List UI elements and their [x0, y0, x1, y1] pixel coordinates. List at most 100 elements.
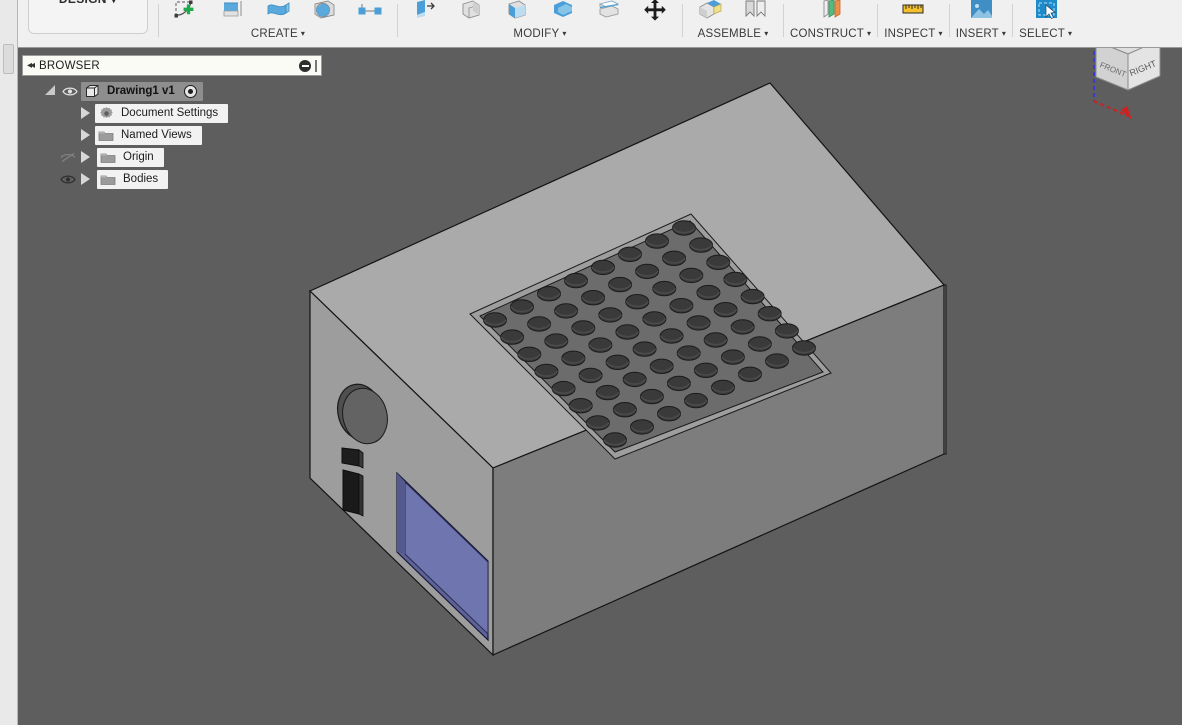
vent-hole[interactable]	[747, 336, 772, 352]
vent-hole[interactable]	[720, 349, 745, 365]
vent-hole[interactable]	[534, 363, 559, 380]
sweep-icon[interactable]	[257, 0, 299, 24]
offset-plane-icon[interactable]	[810, 0, 852, 24]
vent-hole[interactable]	[608, 276, 633, 293]
vent-hole[interactable]	[622, 371, 647, 388]
chevron-right-icon[interactable]	[78, 128, 92, 142]
browser-collapse-icon[interactable]: ◂◂	[27, 60, 35, 71]
vent-hole[interactable]	[561, 350, 586, 366]
vent-hole[interactable]	[517, 346, 542, 362]
vent-hole[interactable]	[564, 272, 588, 289]
vent-hole[interactable]	[666, 375, 691, 392]
vent-hole[interactable]	[696, 284, 721, 301]
chevron-right-icon[interactable]	[78, 172, 92, 186]
vent-hole[interactable]	[711, 379, 735, 396]
vent-hole[interactable]	[595, 384, 620, 401]
toolbar-group-insert-label[interactable]: INSERT ▾	[956, 28, 1006, 40]
revolve-icon[interactable]	[303, 0, 345, 24]
vent-hole[interactable]	[625, 294, 650, 310]
vent-hole[interactable]	[706, 254, 731, 271]
new-sketch-icon[interactable]	[165, 0, 207, 24]
vent-hole[interactable]	[757, 306, 782, 322]
press-pull-icon[interactable]	[404, 0, 446, 24]
vent-hole[interactable]	[568, 398, 593, 414]
vent-hole[interactable]	[615, 324, 640, 340]
vent-hole[interactable]	[662, 250, 687, 267]
toolbar-group-select-label[interactable]: SELECT ▾	[1019, 28, 1072, 40]
tree-item-named-views[interactable]: Named Views	[95, 125, 202, 145]
vent-hole[interactable]	[527, 316, 552, 332]
joint-icon[interactable]	[735, 0, 777, 24]
chevron-right-icon[interactable]	[78, 106, 92, 120]
vent-hole[interactable]	[676, 345, 701, 361]
vent-hole[interactable]	[598, 307, 623, 323]
split-face-icon[interactable]	[588, 0, 630, 24]
tree-node-named-views[interactable]: Named Views	[22, 124, 322, 146]
vent-hole[interactable]	[684, 392, 708, 409]
left-panel-toggle[interactable]	[3, 44, 14, 74]
vent-hole[interactable]	[639, 388, 664, 405]
tree-node-bodies[interactable]: Bodies	[22, 168, 322, 190]
eye-hidden-icon[interactable]	[59, 149, 77, 165]
vent-hole[interactable]	[500, 329, 525, 345]
chevron-down-icon[interactable]	[44, 84, 58, 98]
vent-hole[interactable]	[635, 263, 660, 280]
workspace-design-button[interactable]: DESIGN ▾	[28, 0, 148, 34]
vent-hole[interactable]	[544, 333, 569, 349]
left-panel-strip[interactable]	[0, 0, 18, 725]
vent-hole[interactable]	[581, 290, 606, 306]
tree-node-document-settings[interactable]: Document Settings	[22, 102, 322, 124]
eye-visible-icon[interactable]	[59, 171, 77, 187]
new-component-icon[interactable]	[689, 0, 731, 24]
toolbar-group-inspect-label[interactable]: INSPECT ▾	[884, 28, 942, 40]
connector-slot-upper[interactable]	[341, 447, 360, 467]
vent-hole[interactable]	[537, 286, 561, 302]
tree-item-origin[interactable]: Origin	[97, 147, 164, 167]
vent-hole[interactable]	[792, 340, 816, 356]
vent-hole[interactable]	[703, 332, 728, 348]
vent-hole[interactable]	[591, 259, 615, 276]
vent-hole[interactable]	[730, 319, 755, 335]
vent-hole[interactable]	[765, 353, 789, 369]
vent-hole[interactable]	[657, 406, 681, 422]
vent-hole[interactable]	[713, 302, 738, 318]
panel-grip-icon[interactable]	[315, 59, 317, 72]
vent-hole[interactable]	[603, 432, 627, 448]
vent-hole[interactable]	[672, 220, 696, 236]
select-window-icon[interactable]	[1025, 0, 1067, 24]
vent-hole[interactable]	[659, 328, 684, 344]
vent-hole[interactable]	[510, 299, 534, 315]
vent-hole[interactable]	[585, 415, 610, 431]
tree-item-bodies[interactable]: Bodies	[97, 169, 169, 189]
insert-image-icon[interactable]	[960, 0, 1002, 24]
vent-hole[interactable]	[738, 366, 762, 382]
measure-icon[interactable]	[892, 0, 934, 24]
activate-radio[interactable]	[183, 84, 197, 98]
vent-hole[interactable]	[693, 362, 718, 378]
chevron-right-icon[interactable]	[78, 150, 92, 164]
extrude-icon[interactable]	[211, 0, 253, 24]
vent-hole[interactable]	[642, 311, 667, 327]
move-copy-icon[interactable]	[634, 0, 676, 24]
vent-hole[interactable]	[618, 246, 642, 263]
eye-visible-icon[interactable]	[61, 83, 79, 99]
vent-hole[interactable]	[588, 337, 613, 353]
vent-hole[interactable]	[645, 233, 669, 249]
face-right-edge[interactable]	[943, 284, 947, 455]
toolbar-group-create-label[interactable]: CREATE ▾	[165, 28, 391, 40]
toolbar-group-assemble-label[interactable]: ASSEMBLE ▾	[689, 28, 777, 40]
vent-hole[interactable]	[612, 402, 637, 418]
workspace-switcher[interactable]: DESIGN ▾	[18, 0, 158, 47]
vent-hole[interactable]	[652, 280, 677, 297]
connector-slot-lower[interactable]	[342, 469, 360, 515]
vent-hole[interactable]	[679, 267, 704, 284]
vent-hole[interactable]	[554, 303, 579, 319]
vent-hole[interactable]	[686, 315, 711, 331]
tree-item-document-settings[interactable]: Document Settings	[95, 103, 229, 123]
browser-header[interactable]: ◂◂ BROWSER	[22, 55, 322, 76]
vent-hole[interactable]	[632, 341, 657, 357]
toolbar-group-modify-label[interactable]: MODIFY ▾	[404, 28, 676, 40]
vent-hole[interactable]	[630, 419, 654, 435]
toolbar-group-construct-label[interactable]: CONSTRUCT ▾	[790, 28, 871, 40]
vent-hole[interactable]	[669, 298, 694, 314]
